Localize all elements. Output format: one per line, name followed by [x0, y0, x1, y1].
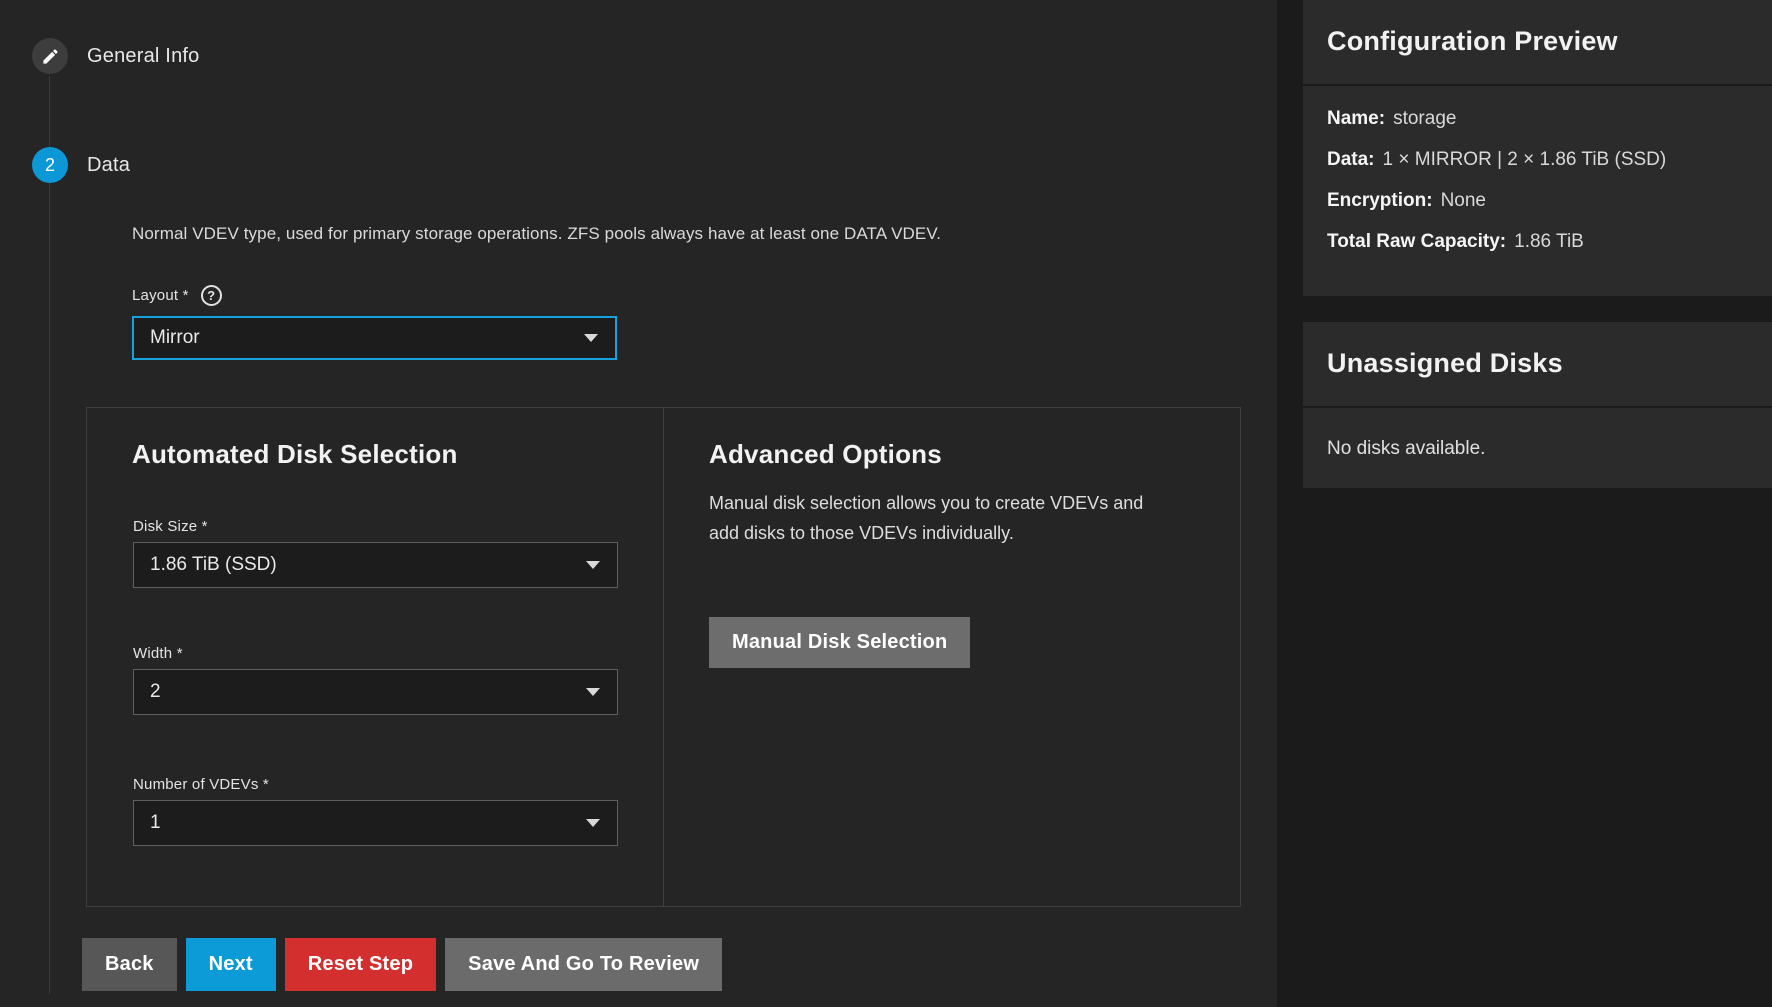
chevron-down-icon	[584, 334, 598, 342]
config-row-capacity-label: Total Raw Capacity:	[1327, 231, 1506, 253]
no-disks-text: No disks available.	[1303, 408, 1772, 460]
reset-step-button[interactable]: Reset Step	[285, 938, 436, 991]
advanced-section-title: Advanced Options	[709, 439, 942, 470]
help-icon[interactable]: ?	[201, 285, 222, 306]
unassigned-disks-title: Unassigned Disks	[1327, 348, 1563, 378]
config-row-encryption-label: Encryption:	[1327, 190, 1433, 212]
config-preview-panel: Configuration Preview Name: storage Data…	[1303, 0, 1772, 296]
disk-size-select[interactable]: 1.86 TiB (SSD)	[133, 542, 618, 588]
width-label: Width *	[133, 645, 183, 662]
manual-disk-selection-button[interactable]: Manual Disk Selection	[709, 617, 970, 668]
disk-size-select-value: 1.86 TiB (SSD)	[150, 554, 277, 576]
step-general-info[interactable]: General Info	[32, 38, 199, 74]
config-row-data: Data: 1 × MIRROR | 2 × 1.86 TiB (SSD)	[1327, 139, 1748, 180]
step2-circle: 2	[32, 147, 68, 183]
save-review-button[interactable]: Save And Go To Review	[445, 938, 722, 991]
disk-size-label: Disk Size *	[133, 518, 208, 535]
config-preview-header: Configuration Preview	[1303, 0, 1772, 86]
pencil-edit-icon	[41, 47, 60, 66]
config-row-capacity-value: 1.86 TiB	[1514, 231, 1584, 253]
vdev-description: Normal VDEV type, used for primary stora…	[132, 224, 941, 244]
chevron-down-icon	[586, 688, 600, 696]
chevron-down-icon	[586, 819, 600, 827]
config-row-encryption: Encryption: None	[1327, 180, 1748, 221]
automated-section-title: Automated Disk Selection	[132, 439, 458, 470]
step2-number-badge: 2	[45, 155, 55, 176]
config-preview-body: Name: storage Data: 1 × MIRROR | 2 × 1.8…	[1303, 86, 1772, 262]
config-row-capacity: Total Raw Capacity: 1.86 TiB	[1327, 221, 1748, 262]
layout-select-value: Mirror	[150, 327, 200, 349]
stepper-connector-line	[49, 76, 50, 994]
config-row-name-label: Name:	[1327, 108, 1385, 130]
layout-label-row: Layout * ?	[132, 285, 222, 306]
config-preview-title: Configuration Preview	[1327, 26, 1618, 56]
disk-selection-panel: Automated Disk Selection Disk Size * 1.8…	[86, 407, 1241, 907]
layout-label: Layout *	[132, 287, 189, 304]
width-select[interactable]: 2	[133, 669, 618, 715]
width-select-value: 2	[150, 681, 161, 703]
config-row-encryption-value: None	[1441, 190, 1486, 212]
unassigned-disks-panel: Unassigned Disks No disks available.	[1303, 322, 1772, 488]
unassigned-disks-header: Unassigned Disks	[1303, 322, 1772, 408]
layout-select[interactable]: Mirror	[132, 316, 617, 360]
next-button[interactable]: Next	[186, 938, 276, 991]
sidebar: Configuration Preview Name: storage Data…	[1277, 0, 1772, 1007]
config-row-data-label: Data:	[1327, 149, 1375, 171]
pool-wizard-main: General Info 2 Data Normal VDEV type, us…	[0, 0, 1277, 1007]
vdev-count-select[interactable]: 1	[133, 800, 618, 846]
vdev-count-select-value: 1	[150, 812, 161, 834]
advanced-description: Manual disk selection allows you to crea…	[709, 488, 1159, 548]
config-row-data-value: 1 × MIRROR | 2 × 1.86 TiB (SSD)	[1383, 149, 1667, 171]
config-row-name-value: storage	[1393, 108, 1456, 130]
config-row-name: Name: storage	[1327, 98, 1748, 139]
step-data[interactable]: 2 Data	[32, 147, 130, 183]
back-button[interactable]: Back	[82, 938, 177, 991]
wizard-actions: Back Next Reset Step Save And Go To Revi…	[82, 938, 722, 991]
step2-label: Data	[87, 154, 130, 177]
step1-circle	[32, 38, 68, 74]
chevron-down-icon	[586, 561, 600, 569]
step1-label: General Info	[87, 45, 199, 68]
column-divider	[663, 408, 664, 906]
vdev-count-label: Number of VDEVs *	[133, 776, 269, 793]
